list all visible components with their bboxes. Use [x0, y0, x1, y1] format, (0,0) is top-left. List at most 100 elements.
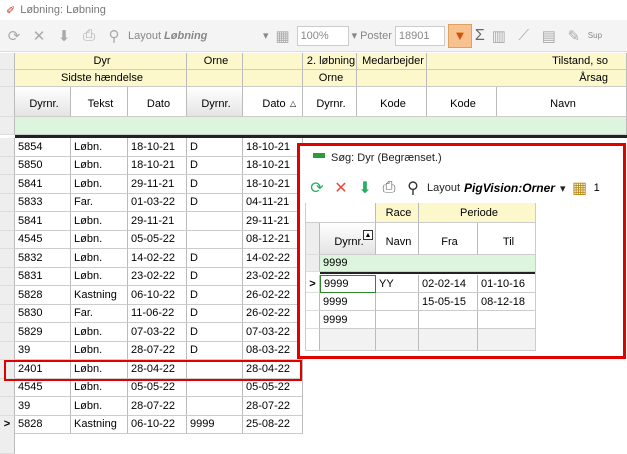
cell-tekst[interactable]: Far. [71, 304, 128, 323]
popup-cell-dyrnr[interactable]: 9999 [320, 293, 376, 311]
row-indicator[interactable] [0, 138, 15, 157]
cancel-icon[interactable]: ✕ [28, 25, 50, 47]
cell-dyrnr[interactable]: 5850 [15, 156, 71, 175]
sum-icon[interactable]: Σ [475, 27, 485, 45]
cell-dato[interactable]: 28-07-22 [128, 397, 187, 416]
cell-lob-dato[interactable]: 18-10-21 [243, 175, 303, 194]
cell-dato[interactable]: 18-10-21 [128, 156, 187, 175]
row-indicator[interactable] [0, 156, 15, 175]
table-icon[interactable]: ▤ [538, 25, 560, 47]
cell-dato[interactable]: 01-03-22 [128, 193, 187, 212]
row-indicator[interactable] [0, 212, 15, 231]
cell-tekst[interactable]: Løbn. [71, 138, 128, 157]
popup-column-til[interactable]: Til [478, 223, 535, 255]
popup-row-indicator[interactable] [306, 311, 320, 329]
popup-cell-til[interactable]: 01-10-16 [478, 275, 535, 293]
cell-tekst[interactable]: Far. [71, 193, 128, 212]
cell-lob-dato[interactable]: 18-10-21 [243, 138, 303, 157]
popup-layout-dropdown-icon[interactable]: ▾ [560, 182, 566, 195]
cell-dato[interactable]: 11-06-22 [128, 304, 187, 323]
filter-row[interactable] [15, 117, 627, 135]
popup-column-fra[interactable]: Fra [419, 223, 478, 255]
popup-cell-fra[interactable]: 15-05-15 [419, 293, 478, 311]
popup-row-indicator[interactable] [306, 293, 320, 311]
cell-tekst[interactable]: Løbn. [71, 378, 128, 397]
cell-tekst[interactable]: Løbn. [71, 230, 128, 249]
popup-row-indicator[interactable]: > [306, 275, 320, 293]
cell-dato[interactable]: 05-05-22 [128, 378, 187, 397]
popup-cell-navn[interactable] [376, 311, 419, 329]
cell-dyrnr[interactable]: 5828 [15, 286, 71, 305]
cell-lob-dato[interactable]: 08-12-21 [243, 230, 303, 249]
row-indicator[interactable] [0, 323, 15, 342]
cell-tekst[interactable]: Løbn. [71, 249, 128, 268]
cell-dato[interactable]: 29-11-21 [128, 175, 187, 194]
cell-dato[interactable]: 14-02-22 [128, 249, 187, 268]
refresh-icon[interactable]: ⟳ [3, 25, 25, 47]
layout-dropdown-icon[interactable]: ▾ [263, 29, 269, 42]
cell-lob-dato[interactable]: 29-11-21 [243, 212, 303, 231]
cell-orne-dyrnr[interactable] [187, 378, 243, 397]
popup-layout-select[interactable]: PigVision:Orner [464, 181, 556, 195]
cell-lob-dato[interactable]: 25-08-22 [243, 415, 303, 434]
popup-cell-til[interactable]: 08-12-18 [478, 293, 535, 311]
zoom-dropdown-icon[interactable]: ▾ [352, 29, 358, 42]
cell-dato[interactable]: 05-05-22 [128, 230, 187, 249]
row-indicator[interactable] [0, 341, 15, 360]
cell-orne-dyrnr[interactable] [187, 230, 243, 249]
cell-orne-dyrnr[interactable]: 9999 [187, 415, 243, 434]
sup-button[interactable]: Sup [588, 31, 602, 40]
cell-dyrnr[interactable]: 5829 [15, 323, 71, 342]
column-header-til-navn[interactable]: Navn [497, 87, 627, 117]
cell-orne-dyrnr[interactable] [187, 397, 243, 416]
cell-tekst[interactable]: Kastning [71, 415, 128, 434]
cell-dato[interactable]: 07-03-22 [128, 323, 187, 342]
cell-orne-dyrnr[interactable] [187, 212, 243, 231]
cell-tekst[interactable]: Løbn. [71, 267, 128, 286]
cancel-icon[interactable]: ✕ [331, 178, 351, 198]
column-header-til-kode[interactable]: Kode [427, 87, 497, 117]
cell-lob-dato[interactable]: 14-02-22 [243, 249, 303, 268]
cell-dyrnr[interactable]: 5854 [15, 138, 71, 157]
cell-dyrnr[interactable]: 5831 [15, 267, 71, 286]
print-icon[interactable]: ⎙ [379, 178, 399, 198]
cell-dyrnr[interactable]: 4545 [15, 378, 71, 397]
save-icon[interactable]: ⬇ [53, 25, 75, 47]
row-indicator[interactable] [0, 175, 15, 194]
cell-dato[interactable]: 06-10-22 [128, 415, 187, 434]
column-header-tekst[interactable]: Tekst [71, 87, 128, 117]
cell-tekst[interactable]: Løbn. [71, 212, 128, 231]
cell-lob-dato[interactable]: 18-10-21 [243, 156, 303, 175]
cell-orne-dyrnr[interactable]: D [187, 249, 243, 268]
cell-lob-dato[interactable]: 08-03-22 [243, 341, 303, 360]
cell-dato[interactable]: 18-10-21 [128, 138, 187, 157]
tool-icon[interactable]: ⟋ [513, 25, 535, 47]
save-icon[interactable]: ⬇ [355, 178, 375, 198]
cell-lob-dato[interactable]: 07-03-22 [243, 323, 303, 342]
cell-dyrnr[interactable]: 4545 [15, 230, 71, 249]
cell-lob-dato[interactable]: 28-07-22 [243, 397, 303, 416]
cell-dato[interactable]: 23-02-22 [128, 267, 187, 286]
cell-orne-dyrnr[interactable]: D [187, 156, 243, 175]
edit-icon[interactable]: ✎ [563, 25, 585, 47]
zoom-select[interactable]: 100% [296, 25, 349, 46]
cell-tekst[interactable]: Løbn. [71, 156, 128, 175]
row-indicator[interactable] [0, 267, 15, 286]
cell-dyrnr[interactable]: 5828 [15, 415, 71, 434]
cell-tekst[interactable]: Løbn. [71, 323, 128, 342]
cell-lob-dato[interactable]: 04-11-21 [243, 193, 303, 212]
binoculars-icon[interactable]: ⚲ [403, 178, 423, 198]
column-header-dato[interactable]: Dato [128, 87, 187, 117]
row-indicator[interactable] [0, 230, 15, 249]
row-indicator[interactable] [0, 304, 15, 323]
filter-icon[interactable]: ▼ [447, 23, 472, 48]
chart-icon[interactable]: ▥ [488, 25, 510, 47]
binoculars-icon[interactable]: ⚲ [103, 25, 125, 47]
print-icon[interactable]: ⎙ [78, 25, 100, 47]
cell-lob-dato[interactable]: 05-05-22 [243, 378, 303, 397]
column-header-orne-dyrnr[interactable]: Dyrnr. [187, 87, 243, 117]
cell-dato[interactable]: 06-10-22 [128, 286, 187, 305]
cell-orne-dyrnr[interactable]: D [187, 138, 243, 157]
popup-cell-dyrnr[interactable]: 9999 [320, 311, 376, 329]
cell-lob-dato[interactable]: 26-02-22 [243, 304, 303, 323]
